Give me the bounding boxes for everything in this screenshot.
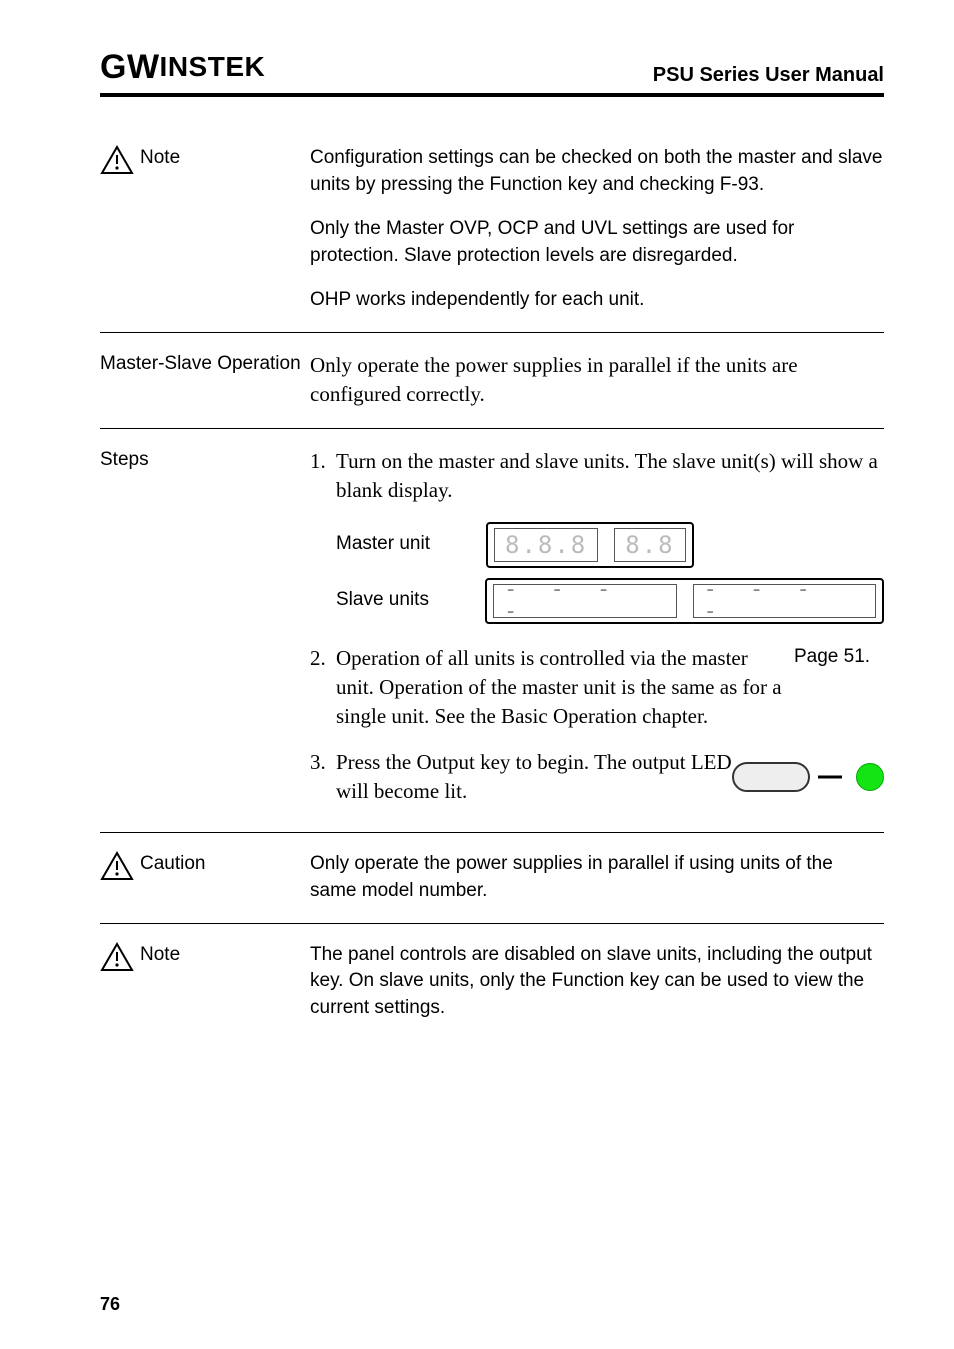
master-slave-label: Master-Slave Operation <box>100 351 310 377</box>
note-label: Note <box>140 145 180 171</box>
note2-label: Note <box>140 942 180 968</box>
warning-icon <box>100 942 134 972</box>
output-key-icon <box>732 762 810 792</box>
logo-instek: INSTEK <box>160 51 266 83</box>
step-3-num: 3. <box>310 748 336 807</box>
arrow-right-icon <box>818 771 848 783</box>
note2-label-row: Note <box>100 942 310 972</box>
master-unit-label: Master unit <box>336 531 486 558</box>
step-2: 2. Operation of all units is controlled … <box>310 644 884 732</box>
seg-digits: 8.8 <box>625 533 674 557</box>
page-header: GWINSTEK PSU Series User Manual <box>100 48 884 97</box>
warning-icon <box>100 851 134 881</box>
note1-body: Configuration settings can be checked on… <box>310 145 884 314</box>
warning-icon <box>100 145 134 175</box>
step-1-text: Turn on the master and slave units. The … <box>336 447 884 506</box>
seg-digits: 8.8.8 <box>505 533 587 557</box>
slave-units-row: Slave units - - - - - - - - <box>336 578 884 624</box>
page-number: 76 <box>100 1294 120 1315</box>
note1-p3: OHP works independently for each unit. <box>310 287 884 314</box>
master-display-right: 8.8 <box>614 528 685 562</box>
step-2-body: Operation of all units is controlled via… <box>336 644 884 732</box>
step-1-num: 1. <box>310 447 336 506</box>
steps-label: Steps <box>100 447 310 473</box>
step-1: 1. Turn on the master and slave units. T… <box>310 447 884 506</box>
step-2-num: 2. <box>310 644 336 732</box>
step-3: 3. Press the Output key to begin. The ou… <box>310 748 884 807</box>
seg-dashes: - - - - <box>504 579 665 623</box>
seg-dashes: - - - - <box>704 579 865 623</box>
note1-p1: Configuration settings can be checked on… <box>310 145 884 198</box>
slave-display: - - - - - - - - <box>485 578 884 624</box>
note-label-row: Note <box>100 145 310 175</box>
output-led-icon <box>856 763 884 791</box>
note2-text: The panel controls are disabled on slave… <box>310 942 884 1022</box>
steps-section: Steps 1. Turn on the master and slave un… <box>100 429 884 833</box>
caution-label-row: Caution <box>100 851 310 881</box>
note1-p2: Only the Master OVP, OCP and UVL setting… <box>310 216 884 269</box>
caution-text: Only operate the power supplies in paral… <box>310 851 884 904</box>
master-unit-row: Master unit 8.8.8 8.8 <box>336 522 884 568</box>
step-2-ref: Page 51. <box>794 644 884 732</box>
caution-block: Caution Only operate the power supplies … <box>100 833 884 922</box>
brand-logo: GWINSTEK <box>100 48 265 87</box>
slave-units-label: Slave units <box>336 587 485 614</box>
step-3-text: Press the Output key to begin. The outpu… <box>336 748 732 807</box>
master-display: 8.8.8 8.8 <box>486 522 694 568</box>
note-block-2: Note The panel controls are disabled on … <box>100 924 884 1040</box>
output-graphic <box>732 762 884 792</box>
manual-title: PSU Series User Manual <box>653 64 884 87</box>
slave-display-right: - - - - <box>693 584 876 618</box>
caution-label: Caution <box>140 851 206 877</box>
master-slave-text: Only operate the power supplies in paral… <box>310 351 884 410</box>
steps-body: 1. Turn on the master and slave units. T… <box>310 447 884 823</box>
slave-display-left: - - - - <box>493 584 676 618</box>
step-3-row: Press the Output key to begin. The outpu… <box>336 748 884 807</box>
step-2-text: Operation of all units is controlled via… <box>336 644 784 732</box>
master-display-left: 8.8.8 <box>494 528 598 562</box>
note-block-1: Note Configuration settings can be check… <box>100 127 884 332</box>
logo-gw: GW <box>100 48 160 87</box>
master-slave-section: Master-Slave Operation Only operate the … <box>100 333 884 428</box>
